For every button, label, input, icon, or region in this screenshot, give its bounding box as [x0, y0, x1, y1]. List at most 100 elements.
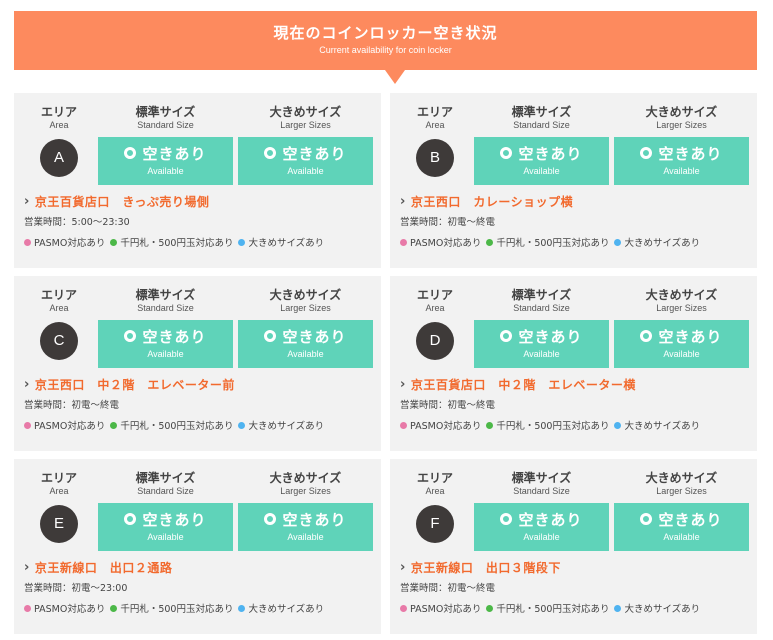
availability-status-en: Available: [523, 349, 560, 359]
business-hours: 営業時間：初電〜終電: [400, 217, 496, 228]
standard-header-jp: 標準サイズ: [511, 471, 572, 485]
availability-status-jp: 空きあり: [282, 510, 347, 529]
availability-status-jp: 空きあり: [518, 144, 583, 163]
location-link[interactable]: › 京王百貨店口 中２階 エレベーター横: [400, 376, 636, 392]
availability-status-en: Available: [147, 349, 184, 359]
standard-availability-button[interactable]: 空きあり Available: [474, 137, 609, 185]
availability-status-jp: 空きあり: [518, 327, 583, 346]
location-link[interactable]: › 京王新線口 出口２通路: [24, 559, 172, 575]
legend-bills-label: 千円札・500円玉対応あり: [496, 421, 610, 432]
larger-size-column-header: 大きめサイズ Larger Sizes: [614, 288, 749, 314]
larger-header-jp: 大きめサイズ: [269, 105, 342, 119]
standard-availability-button[interactable]: 空きあり Available: [474, 320, 609, 368]
feature-legend: PASMO対応あり 千円札・500円玉対応あり 大きめサイズあり: [24, 418, 329, 432]
area-column-header: エリア Area: [412, 471, 458, 497]
area-header-en: Area: [49, 303, 69, 313]
standard-size-column-header: 標準サイズ Standard Size: [474, 288, 609, 314]
standard-availability-button[interactable]: 空きあり Available: [98, 320, 233, 368]
larger-header-en: Larger Sizes: [656, 120, 707, 130]
legend-large-label: 大きめサイズあり: [248, 604, 325, 615]
locker-card-f: エリア Area 標準サイズ Standard Size 大きめサイズ Larg…: [390, 459, 757, 634]
header-pointer-arrow: [385, 70, 405, 84]
larger-size-column-header: 大きめサイズ Larger Sizes: [238, 105, 373, 131]
chevron-right-icon: ›: [400, 376, 406, 392]
chevron-right-icon: ›: [24, 559, 30, 575]
area-header-jp: エリア: [416, 105, 453, 119]
legend-bills: 千円札・500円玉対応あり: [486, 235, 609, 249]
larger-size-column-header: 大きめサイズ Larger Sizes: [238, 471, 373, 497]
available-ring-icon: [264, 513, 277, 525]
business-hours: 営業時間：初電〜23:00: [24, 583, 128, 594]
legend-bills-label: 千円札・500円玉対応あり: [496, 238, 610, 249]
available-ring-icon: [500, 147, 513, 159]
standard-size-column-header: 標準サイズ Standard Size: [474, 471, 609, 497]
larger-availability-button[interactable]: 空きあり Available: [238, 137, 373, 185]
blue-dot-icon: [238, 238, 246, 246]
location-link[interactable]: › 京王西口 中２階 エレベーター前: [24, 376, 235, 392]
available-ring-icon: [500, 513, 513, 525]
location-name: 京王西口 中２階 エレベーター前: [34, 377, 235, 392]
area-badge: B: [416, 139, 454, 177]
legend-large: 大きめサイズあり: [238, 418, 324, 432]
green-dot-icon: [486, 238, 494, 246]
area-header-en: Area: [425, 303, 445, 313]
larger-header-en: Larger Sizes: [656, 486, 707, 496]
standard-size-column-header: 標準サイズ Standard Size: [98, 105, 233, 131]
location-link[interactable]: › 京王西口 カレーショップ横: [400, 193, 573, 209]
availability-header: 現在のコインロッカー空き状況 Current availability for …: [14, 11, 757, 84]
larger-availability-button[interactable]: 空きあり Available: [614, 503, 749, 551]
standard-availability-button[interactable]: 空きあり Available: [98, 137, 233, 185]
legend-pasmo-label: PASMO対応あり: [410, 604, 482, 615]
legend-bills: 千円札・500円玉対応あり: [486, 601, 609, 615]
availability-status-jp: 空きあり: [282, 144, 347, 163]
standard-availability-button[interactable]: 空きあり Available: [98, 503, 233, 551]
larger-header-jp: 大きめサイズ: [645, 471, 718, 485]
green-dot-icon: [110, 604, 118, 612]
location-name: 京王西口 カレーショップ横: [410, 194, 574, 209]
location-link[interactable]: › 京王新線口 出口３階段下: [400, 559, 561, 575]
chevron-right-icon: ›: [400, 193, 406, 209]
green-dot-icon: [110, 421, 118, 429]
location-name: 京王新線口 出口３階段下: [410, 560, 561, 575]
legend-large-label: 大きめサイズあり: [624, 421, 701, 432]
legend-large-label: 大きめサイズあり: [624, 238, 701, 249]
availability-status-jp: 空きあり: [142, 144, 207, 163]
legend-large-label: 大きめサイズあり: [624, 604, 701, 615]
availability-status-en: Available: [287, 532, 324, 542]
larger-availability-button[interactable]: 空きあり Available: [238, 503, 373, 551]
standard-header-en: Standard Size: [137, 120, 194, 130]
business-hours: 営業時間：初電〜終電: [24, 400, 120, 411]
header-subtitle: Current availability for coin locker: [319, 45, 452, 55]
pink-dot-icon: [400, 421, 407, 429]
available-ring-icon: [264, 330, 277, 342]
locker-card-b: エリア Area 標準サイズ Standard Size 大きめサイズ Larg…: [390, 93, 757, 268]
legend-large: 大きめサイズあり: [614, 601, 700, 615]
larger-availability-button[interactable]: 空きあり Available: [614, 137, 749, 185]
area-header-en: Area: [49, 120, 69, 130]
feature-legend: PASMO対応あり 千円札・500円玉対応あり 大きめサイズあり: [400, 601, 705, 615]
area-header-jp: エリア: [40, 471, 77, 485]
chevron-right-icon: ›: [24, 193, 30, 209]
availability-status-en: Available: [147, 166, 184, 176]
available-ring-icon: [124, 513, 137, 525]
locker-card-c: エリア Area 標準サイズ Standard Size 大きめサイズ Larg…: [14, 276, 381, 451]
larger-size-column-header: 大きめサイズ Larger Sizes: [238, 288, 373, 314]
larger-availability-button[interactable]: 空きあり Available: [238, 320, 373, 368]
available-ring-icon: [640, 513, 653, 525]
location-link[interactable]: › 京王百貨店口 きっぷ売り場側: [24, 193, 209, 209]
area-header-jp: エリア: [416, 288, 453, 302]
standard-header-en: Standard Size: [513, 486, 570, 496]
pink-dot-icon: [24, 238, 31, 246]
available-ring-icon: [640, 330, 653, 342]
standard-availability-button[interactable]: 空きあり Available: [474, 503, 609, 551]
area-column-header: エリア Area: [412, 105, 458, 131]
feature-legend: PASMO対応あり 千円札・500円玉対応あり 大きめサイズあり: [24, 235, 329, 249]
standard-header-jp: 標準サイズ: [511, 105, 572, 119]
legend-bills: 千円札・500円玉対応あり: [110, 601, 233, 615]
standard-size-column-header: 標準サイズ Standard Size: [474, 105, 609, 131]
standard-header-jp: 標準サイズ: [135, 471, 196, 485]
standard-header-en: Standard Size: [513, 120, 570, 130]
locker-card-d: エリア Area 標準サイズ Standard Size 大きめサイズ Larg…: [390, 276, 757, 451]
standard-header-jp: 標準サイズ: [135, 288, 196, 302]
larger-availability-button[interactable]: 空きあり Available: [614, 320, 749, 368]
